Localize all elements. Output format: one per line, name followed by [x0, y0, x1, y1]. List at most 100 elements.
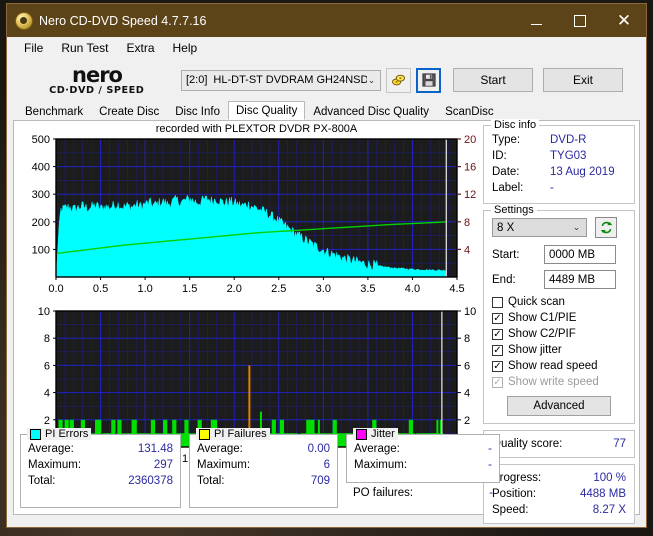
- stat-key: Total:: [197, 473, 225, 489]
- checkbox-show-c2-pif[interactable]: ✓ Show C2/PIF: [492, 327, 626, 342]
- svg-text:300: 300: [32, 189, 50, 201]
- checkbox-show-write-speed: ✓ Show write speed: [492, 375, 626, 390]
- advanced-button[interactable]: Advanced: [507, 396, 611, 416]
- checkbox-show-c1-pie[interactable]: ✓ Show C1/PIE: [492, 311, 626, 326]
- menu-help[interactable]: Help: [164, 39, 207, 57]
- disc-info-value: 13 Aug 2019: [550, 164, 615, 180]
- svg-text:8: 8: [464, 333, 470, 345]
- end-input[interactable]: 4489 MB: [544, 270, 616, 289]
- svg-text:4.0: 4.0: [405, 283, 420, 295]
- application-window: Nero CD-DVD Speed 4.7.7.16 ✕ File Run Te…: [6, 3, 647, 528]
- svg-text:1.0: 1.0: [137, 283, 152, 295]
- tab-create-disc[interactable]: Create Disc: [91, 102, 167, 120]
- disc-info-key: Label:: [492, 180, 550, 196]
- svg-text:12: 12: [464, 189, 476, 201]
- svg-text:500: 500: [32, 134, 50, 146]
- svg-text:0.5: 0.5: [93, 283, 108, 295]
- stat-value: 709: [311, 473, 330, 489]
- start-label: Start:: [492, 249, 544, 261]
- menu-run-test[interactable]: Run Test: [52, 39, 117, 57]
- maximize-button[interactable]: [558, 4, 602, 37]
- disc-info-row-date: Date: 13 Aug 2019: [492, 164, 626, 180]
- checkbox-show-read-speed[interactable]: ✓ Show read speed: [492, 359, 626, 374]
- drive-select[interactable]: [2:0] HL-DT-ST DVDRAM GH24NSD0 LH00 ⌄: [181, 70, 381, 91]
- floppy-save-icon: [422, 73, 436, 87]
- minimize-button[interactable]: [514, 4, 558, 37]
- pi-errors-stat-box: PI Errors Average: 131.48 Maximum: 297 T…: [20, 434, 181, 508]
- stat-key: Maximum:: [28, 457, 81, 473]
- speed-select[interactable]: 8 X ⌄: [492, 218, 587, 237]
- exit-button[interactable]: Exit: [543, 68, 623, 92]
- jitter-maximum-row: Maximum: -: [354, 457, 492, 473]
- disc-info-value: DVD-R: [550, 132, 586, 148]
- menu-extra[interactable]: Extra: [117, 39, 163, 57]
- content-area: Benchmark Create Disc Disc Info Disc Qua…: [7, 100, 646, 527]
- start-button[interactable]: Start: [453, 68, 533, 92]
- window-controls: ✕: [514, 4, 646, 37]
- po-failures-value: -: [489, 485, 493, 501]
- stats-row: PI Errors Average: 131.48 Maximum: 297 T…: [20, 434, 633, 508]
- pi-errors-total-row: Total: 2360378: [28, 473, 173, 489]
- close-button[interactable]: ✕: [602, 4, 646, 37]
- save-button[interactable]: [416, 68, 441, 93]
- svg-text:3.5: 3.5: [360, 283, 375, 295]
- tab-disc-quality[interactable]: Disc Quality: [228, 101, 305, 120]
- svg-text:8: 8: [464, 217, 470, 229]
- tab-scandisc[interactable]: ScanDisc: [437, 102, 502, 120]
- stat-value: 6: [324, 457, 330, 473]
- checkbox-box: ✓: [492, 345, 503, 356]
- start-row: Start: 0000 MB: [492, 245, 626, 264]
- end-row: End: 4489 MB: [492, 270, 626, 289]
- svg-text:1.5: 1.5: [182, 283, 197, 295]
- checkbox-quick-scan[interactable]: Quick scan: [492, 295, 626, 310]
- svg-text:4: 4: [44, 388, 50, 400]
- jitter-color-swatch: [356, 429, 367, 440]
- disc-info-value: -: [550, 180, 554, 196]
- drive-id: [2:0]: [186, 74, 207, 86]
- svg-text:3.0: 3.0: [316, 283, 331, 295]
- jitter-average-row: Average: -: [354, 441, 492, 457]
- pi-failures-title: PI Failures: [214, 428, 267, 440]
- stat-value: 297: [154, 457, 173, 473]
- svg-text:16: 16: [464, 162, 476, 174]
- svg-text:2.5: 2.5: [271, 283, 286, 295]
- checkbox-label: Show write speed: [508, 375, 599, 390]
- refresh-button[interactable]: [595, 217, 617, 238]
- tab-benchmark[interactable]: Benchmark: [17, 102, 91, 120]
- tab-bar: Benchmark Create Disc Disc Info Disc Qua…: [17, 100, 640, 120]
- checkbox-box: ✓: [492, 313, 503, 324]
- disc-info-legend: Disc info: [491, 119, 539, 131]
- chart-header-label: recorded with PLEXTOR DVDR PX-800A: [14, 123, 499, 135]
- pi-failures-stat-box: PI Failures Average: 0.00 Maximum: 6 Tot…: [189, 434, 338, 508]
- jitter-legend: Jitter: [353, 428, 398, 440]
- pi-errors-legend: PI Errors: [27, 428, 91, 440]
- stat-key: Total:: [28, 473, 56, 489]
- tab-advanced-disc-quality[interactable]: Advanced Disc Quality: [305, 102, 437, 120]
- pi-errors-chart: 100200300400500481216200.00.51.01.52.02.…: [14, 121, 499, 301]
- svg-text:2: 2: [464, 415, 470, 427]
- stat-value: -: [488, 441, 492, 457]
- disc-info-row-label: Label: -: [492, 180, 626, 196]
- jitter-title: Jitter: [371, 428, 395, 440]
- tab-disc-info[interactable]: Disc Info: [167, 102, 228, 120]
- eject-disc-button[interactable]: [386, 68, 411, 93]
- speed-value: 8 X: [497, 222, 571, 234]
- jitter-stat-wrap: Jitter Average: - Maximum: -: [346, 434, 500, 508]
- svg-text:20: 20: [464, 134, 476, 146]
- stat-value: 0.00: [308, 441, 330, 457]
- stat-key: Average:: [354, 441, 400, 457]
- pi-failures-average-row: Average: 0.00: [197, 441, 330, 457]
- settings-legend: Settings: [491, 204, 537, 216]
- menu-file[interactable]: File: [15, 39, 52, 57]
- svg-text:400: 400: [32, 162, 50, 174]
- pi-failures-color-swatch: [199, 429, 210, 440]
- start-input[interactable]: 0000 MB: [544, 245, 616, 264]
- chevron-down-icon: ⌄: [571, 222, 582, 233]
- disc-info-row-type: Type: DVD-R: [492, 132, 626, 148]
- svg-text:4.5: 4.5: [449, 283, 464, 295]
- checkbox-box: [492, 297, 503, 308]
- settings-group: Settings 8 X ⌄: [483, 210, 635, 424]
- nero-disc-icon: [15, 12, 33, 30]
- drive-name: HL-DT-ST DVDRAM GH24NSD0 LH00: [213, 74, 367, 86]
- checkbox-show-jitter[interactable]: ✓ Show jitter: [492, 343, 626, 358]
